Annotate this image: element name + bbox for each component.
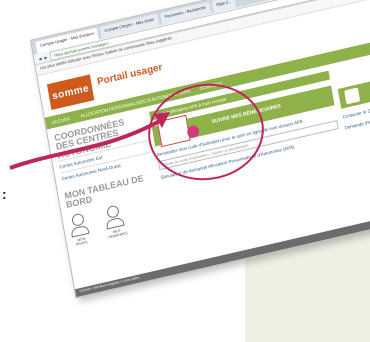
pointer-arrow (9, 112, 170, 170)
arrow-line (9, 116, 167, 170)
side-text: : (2, 186, 7, 202)
arrow-head-icon (154, 112, 170, 128)
